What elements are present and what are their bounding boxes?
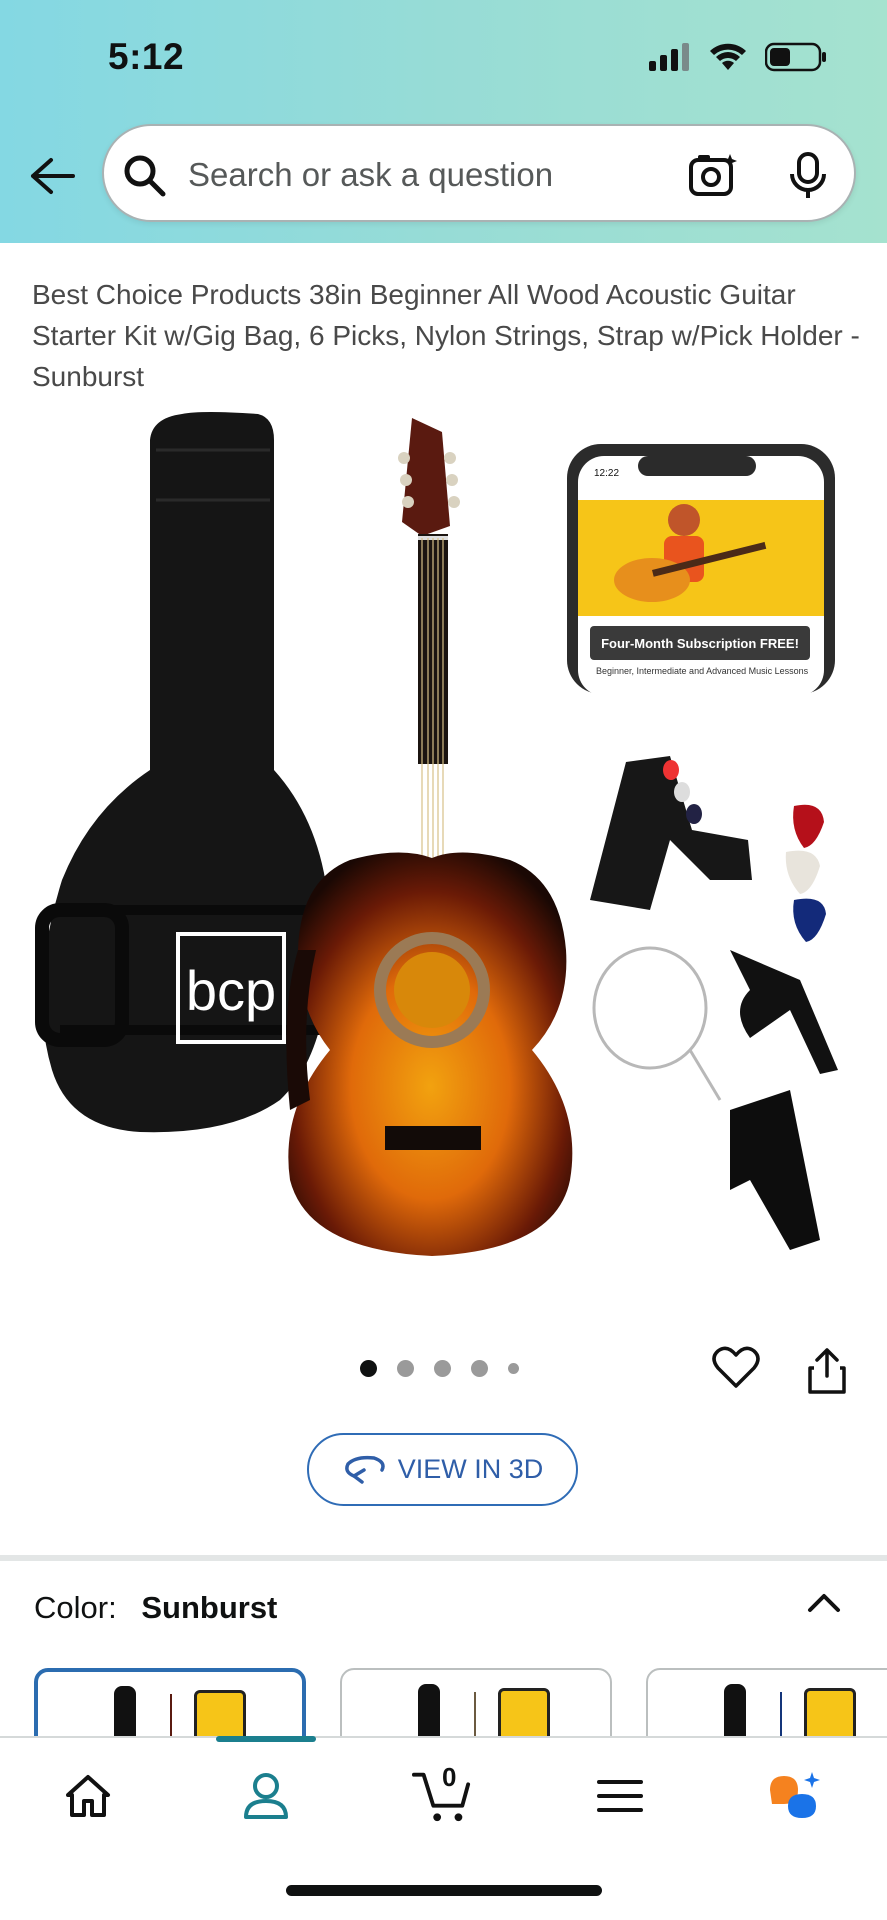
swatch-bag-thumb [724, 1684, 746, 1736]
swatch-bag-thumb [114, 1686, 136, 1736]
back-arrow-icon [31, 158, 75, 194]
color-swatch-natural[interactable] [340, 1668, 612, 1736]
phone-banner-text: Four-Month Subscription FREE! [601, 636, 799, 651]
carousel-dot[interactable] [508, 1363, 519, 1374]
heart-icon [712, 1346, 760, 1388]
view-in-3d-label: VIEW IN 3D [397, 1454, 544, 1484]
color-swatch-blue[interactable] [646, 1668, 887, 1736]
guitar-image [286, 418, 573, 1256]
chevron-up-icon[interactable] [806, 1590, 842, 1614]
status-icons [649, 42, 827, 72]
search-bar[interactable]: Search or ask a question [102, 124, 856, 222]
product-image[interactable]: bcp 12:22 Four-Month Subscription FREE! … [30, 410, 860, 1270]
color-swatch-list [34, 1668, 887, 1736]
wishlist-button[interactable] [712, 1346, 760, 1395]
cart-count: 0 [442, 1762, 457, 1792]
color-selector-header[interactable]: Color: Sunburst [34, 1590, 277, 1626]
search-icon [124, 155, 166, 197]
microphone-icon[interactable] [788, 152, 828, 200]
swatch-phone-thumb [194, 1690, 246, 1736]
swatch-phone-thumb [804, 1688, 856, 1736]
view-in-3d-button[interactable]: VIEW IN 3D [307, 1433, 578, 1506]
menu-icon [597, 1780, 643, 1812]
product-title: Best Choice Products 38in Beginner All W… [32, 279, 860, 392]
share-button[interactable] [806, 1346, 848, 1399]
status-time: 5:12 [108, 36, 185, 77]
phone-promo-image[interactable]: 12:22 Four-Month Subscription FREE! Begi… [567, 444, 835, 696]
share-icon [808, 1348, 846, 1394]
search-input[interactable]: Search or ask a question [188, 156, 553, 194]
color-value: Sunburst [141, 1590, 278, 1625]
signal-icon [649, 43, 689, 71]
tab-account[interactable] [236, 1766, 296, 1826]
section-divider [0, 1555, 887, 1561]
carousel-dot[interactable] [360, 1360, 377, 1377]
back-button[interactable] [26, 150, 78, 202]
wifi-icon [710, 43, 746, 70]
carousel-dot[interactable] [434, 1360, 451, 1377]
account-icon [244, 1773, 288, 1819]
tab-home[interactable] [58, 1766, 118, 1826]
home-indicator [286, 1885, 602, 1896]
carousel-dot[interactable] [471, 1360, 488, 1377]
home-icon [66, 1775, 110, 1817]
swatch-guitar-thumb [474, 1692, 476, 1736]
tab-rufus-assistant[interactable] [764, 1766, 824, 1826]
color-label: Color: [34, 1590, 117, 1625]
tab-menu[interactable] [590, 1766, 650, 1826]
swatch-phone-thumb [498, 1688, 550, 1736]
rufus-assistant-icon [770, 1772, 820, 1818]
color-swatch-sunburst[interactable] [34, 1668, 306, 1736]
swatch-guitar-thumb [170, 1694, 172, 1736]
phone-subtext: Beginner, Intermediate and Advanced Musi… [596, 666, 809, 676]
battery-icon [765, 42, 826, 72]
carousel-dot[interactable] [397, 1360, 414, 1377]
swatch-bag-thumb [418, 1684, 440, 1736]
phone-time: 12:22 [594, 468, 619, 479]
swatch-guitar-thumb [780, 1692, 782, 1736]
selected-tab-indicator [216, 1736, 316, 1742]
bcp-logo-text: bcp [186, 959, 276, 1022]
top-header: 5:12 Search or ask a question [0, 0, 887, 243]
image-carousel-dots[interactable] [360, 1360, 519, 1377]
accessories-image [590, 756, 838, 1250]
camera-scan-icon[interactable] [688, 152, 738, 198]
rotate-3d-icon [344, 1455, 385, 1484]
